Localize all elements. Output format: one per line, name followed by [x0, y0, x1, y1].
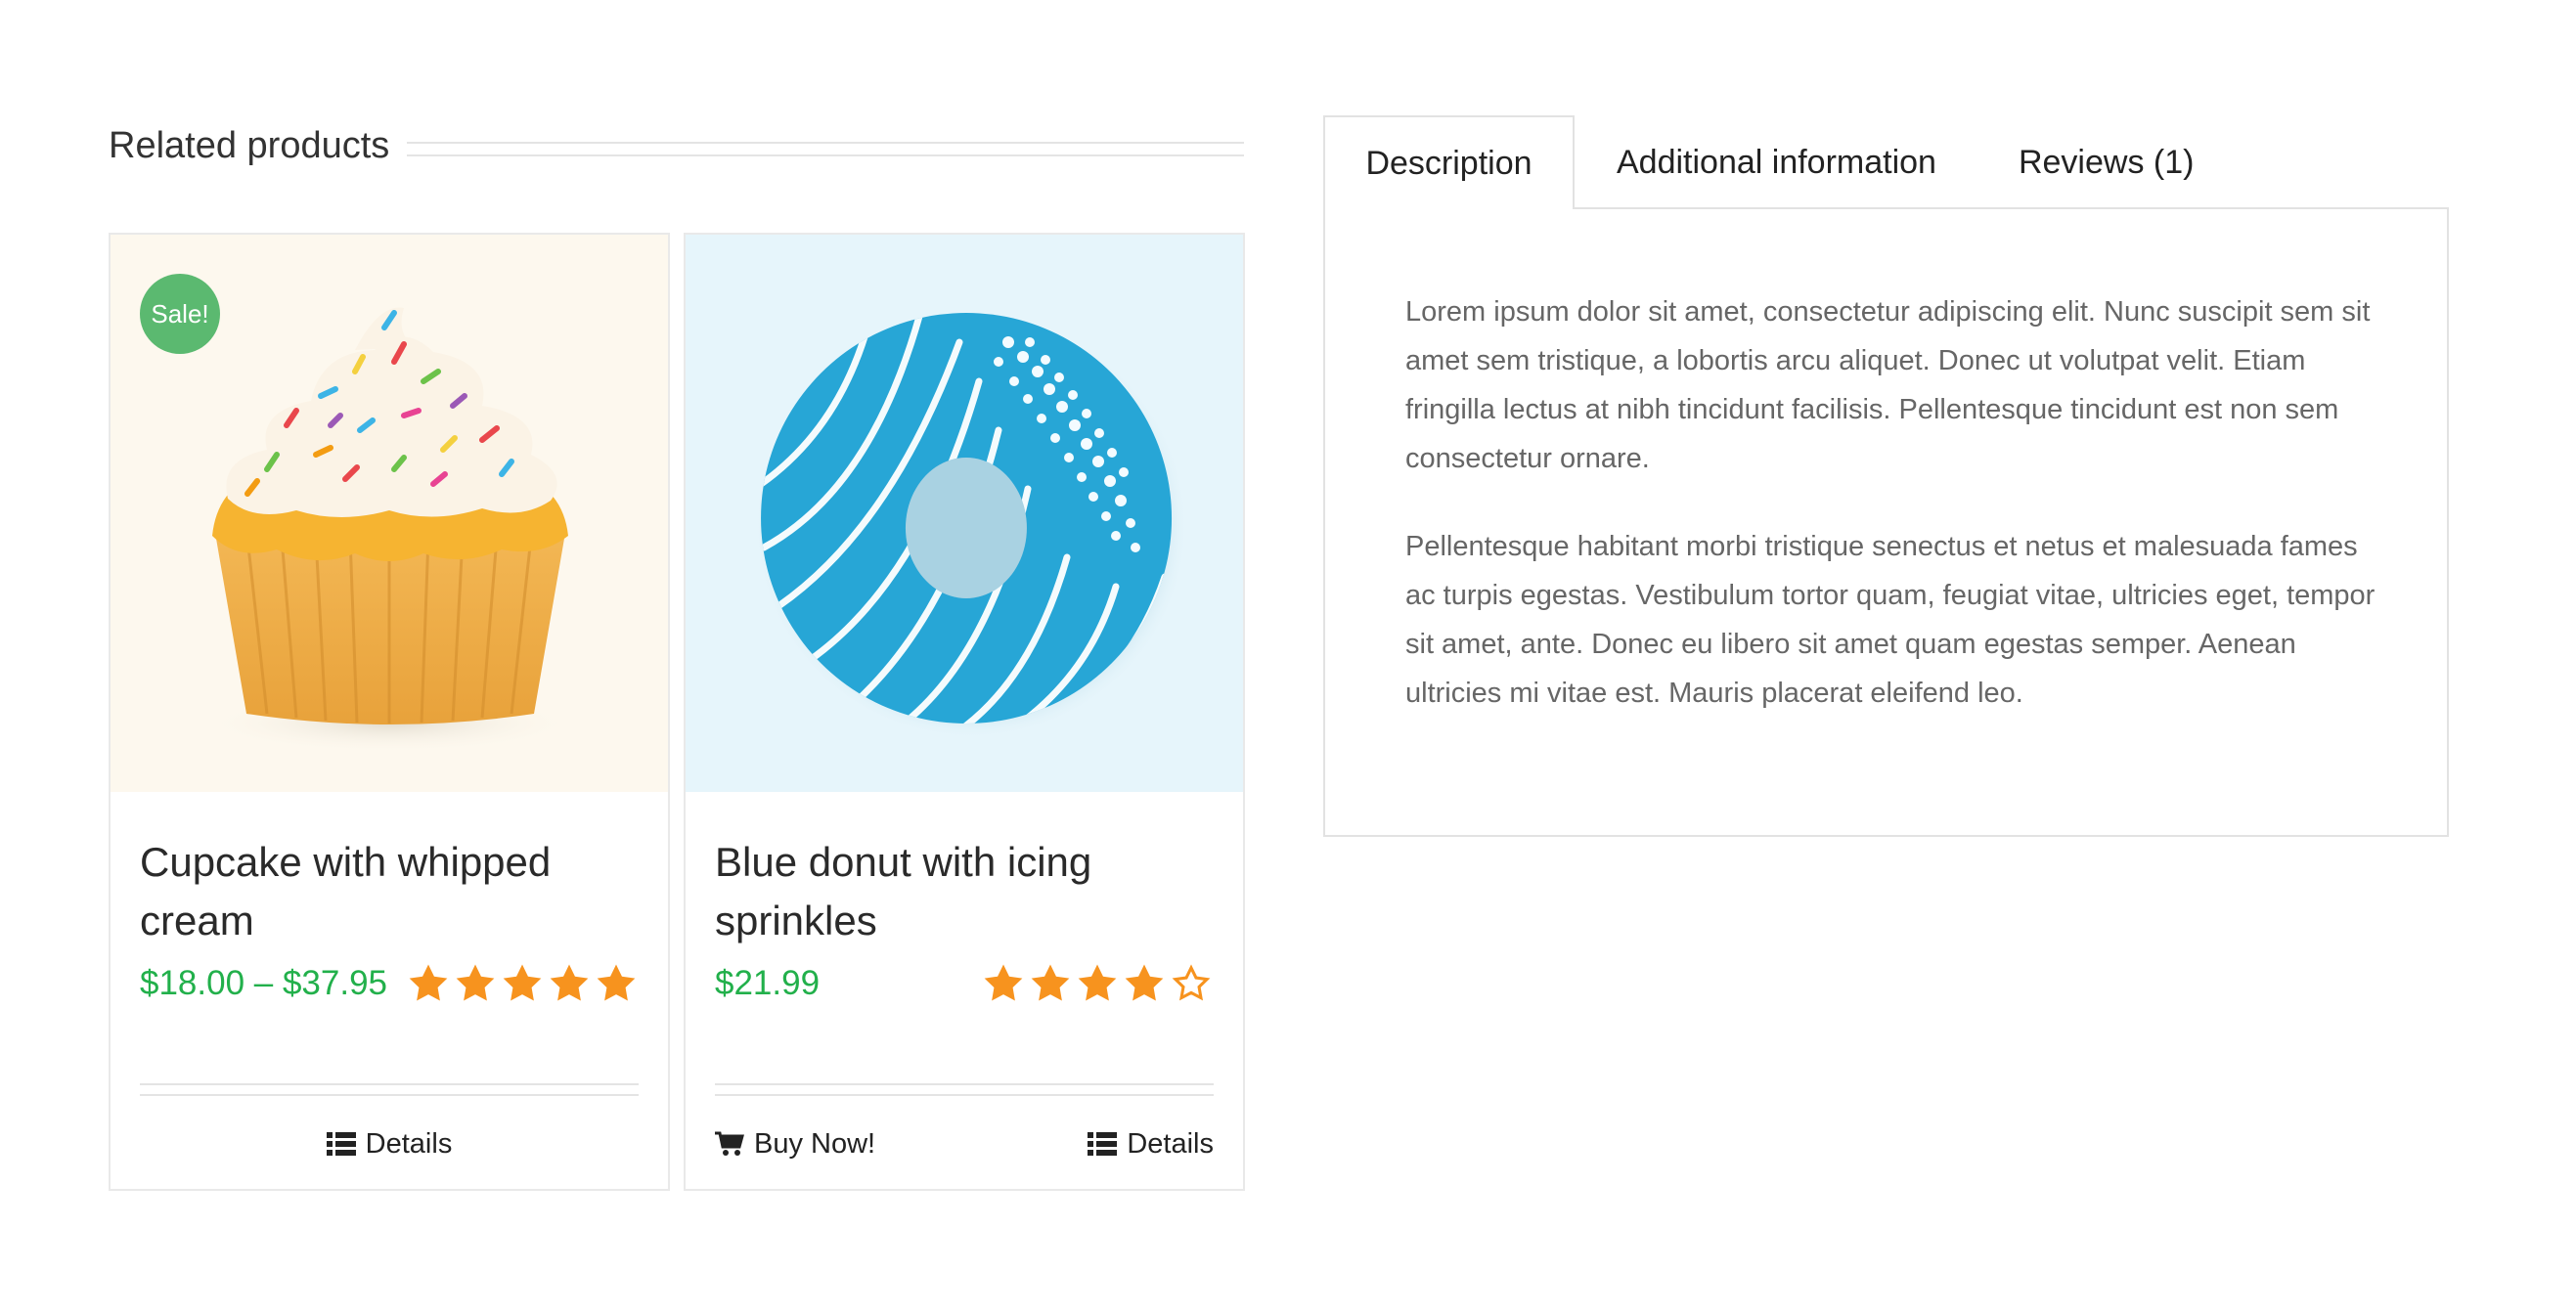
- product-body: Cupcake with whipped cream $18.00 – $37.…: [140, 792, 639, 1011]
- product-title[interactable]: Blue donut with icing sprinkles: [715, 833, 1214, 950]
- donut-image: [754, 313, 1188, 739]
- tab-additional-information[interactable]: Additional information: [1617, 115, 1936, 209]
- description-paragraph: Lorem ipsum dolor sit amet, consectetur …: [1405, 296, 2371, 474]
- card-divider: [140, 1083, 639, 1096]
- section-header: Related products: [109, 115, 1244, 176]
- description-paragraph: Pellentesque habitant morbi tristique se…: [1405, 531, 2376, 709]
- star-icon: [503, 964, 542, 1001]
- card-divider: [715, 1083, 1214, 1096]
- details-label: Details: [1127, 1127, 1214, 1160]
- star-icon: [456, 964, 495, 1001]
- star-icon: [1031, 964, 1070, 1001]
- product-image-donut[interactable]: [686, 235, 1243, 792]
- related-products-section: Related products Sale! Cupcake with whip…: [109, 115, 1245, 1191]
- product-tabs: Description Additional information Revie…: [1323, 115, 2449, 837]
- product-title[interactable]: Cupcake with whipped cream: [140, 833, 639, 950]
- tab-description[interactable]: Description: [1323, 115, 1575, 209]
- product-card-cupcake: Sale! Cupcake with whipped cream $18.00 …: [109, 233, 670, 1191]
- star-rating: [981, 961, 1214, 1006]
- description-panel: Lorem ipsum dolor sit amet, consectetur …: [1323, 207, 2449, 837]
- product-grid: Sale! Cupcake with whipped cream $18.00 …: [109, 233, 1245, 1191]
- product-card-donut: Blue donut with icing sprinkles $21.99 B…: [684, 233, 1245, 1191]
- star-icon: [409, 964, 448, 1001]
- cart-icon: [715, 1131, 744, 1156]
- tab-list: Description Additional information Revie…: [1323, 115, 2449, 209]
- card-actions: Buy Now! Details: [715, 1110, 1214, 1178]
- price-row: $18.00 – $37.95: [140, 956, 639, 1011]
- product-price: $18.00 – $37.95: [140, 964, 388, 1002]
- details-label: Details: [365, 1127, 453, 1160]
- price-row: $21.99: [715, 956, 1214, 1011]
- details-button[interactable]: Details: [1088, 1128, 1214, 1161]
- star-icon: [1078, 964, 1117, 1001]
- title-divider: [407, 141, 1244, 156]
- product-body: Blue donut with icing sprinkles $21.99: [715, 792, 1214, 1011]
- list-icon: [326, 1132, 356, 1156]
- product-price: $21.99: [715, 964, 821, 1002]
- tab-reviews[interactable]: Reviews (1): [2019, 115, 2194, 209]
- section-title: Related products: [109, 124, 390, 166]
- buy-now-button[interactable]: Buy Now!: [715, 1128, 875, 1161]
- star-outline-icon: [1172, 964, 1211, 1001]
- star-icon: [550, 964, 589, 1001]
- details-button[interactable]: Details: [326, 1127, 453, 1161]
- star-icon: [984, 964, 1023, 1001]
- star-icon: [1125, 964, 1164, 1001]
- card-actions: Details: [140, 1110, 639, 1178]
- star-rating: [406, 961, 639, 1006]
- star-icon: [597, 964, 636, 1001]
- product-image-cupcake[interactable]: Sale!: [111, 235, 668, 792]
- sale-badge: Sale!: [140, 274, 220, 354]
- buy-now-label: Buy Now!: [754, 1127, 876, 1160]
- list-icon: [1088, 1132, 1118, 1156]
